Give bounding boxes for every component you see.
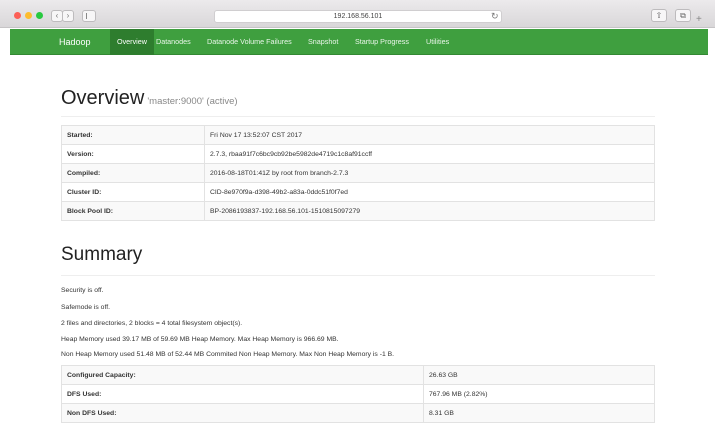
browser-toolbar: ‹ › 192.168.56.101 ↻ ⇧ ⧉ + <box>0 0 715 28</box>
minimize-window-button[interactable] <box>25 12 32 19</box>
overview-table: Started: Fri Nov 17 13:52:07 CST 2017 Ver… <box>61 125 655 221</box>
page-title: Overview'master:9000' (active) <box>61 87 238 110</box>
row-key: Cluster ID: <box>61 182 205 202</box>
table-row: Configured Capacity: 26.63 GB <box>61 365 655 385</box>
row-value: 2.7.3, rbaa91f7c6bc9cb92be5982de4719c1c8… <box>204 144 655 164</box>
forward-button[interactable]: › <box>62 10 74 22</box>
row-key: Compiled: <box>61 163 205 183</box>
table-row: DFS Used: 767.96 MB (2.82%) <box>61 384 655 404</box>
address-bar[interactable]: 192.168.56.101 <box>214 10 502 23</box>
row-value: 767.96 MB (2.82%) <box>423 384 655 404</box>
namenode-address: 'master:9000' (active) <box>147 96 238 107</box>
nav-startup-progress[interactable]: Startup Progress <box>348 29 416 55</box>
new-tab-icon[interactable]: + <box>696 14 702 25</box>
table-row: Block Pool ID: BP-2086193837-192.168.56.1… <box>61 201 655 221</box>
row-key: Started: <box>61 125 205 145</box>
nav-datanodes[interactable]: Datanodes <box>149 29 198 55</box>
nav-datanode-volume-failures[interactable]: Datanode Volume Failures <box>200 29 299 55</box>
row-value: BP-2086193837-192.168.56.101-15108150972… <box>204 201 655 221</box>
overview-heading: Overview <box>61 87 145 109</box>
row-key: Block Pool ID: <box>61 201 205 221</box>
row-value: 26.63 GB <box>423 365 655 385</box>
capacity-table: Configured Capacity: 26.63 GB DFS Used: 76… <box>61 365 655 423</box>
table-row: Started: Fri Nov 17 13:52:07 CST 2017 <box>61 125 655 145</box>
share-icon[interactable]: ⇧ <box>651 9 667 22</box>
reload-icon[interactable]: ↻ <box>491 10 499 22</box>
row-key: Configured Capacity: <box>61 365 424 385</box>
summary-heading: Summary <box>61 244 143 265</box>
heap-memory: Heap Memory used 39.17 MB of 59.69 MB He… <box>61 336 339 343</box>
show-tabs-icon[interactable]: ⧉ <box>675 9 691 22</box>
divider <box>61 116 655 117</box>
table-row: Compiled: 2016-08-18T01:41Z by root from … <box>61 163 655 183</box>
row-key: Version: <box>61 144 205 164</box>
row-value: 8.31 GB <box>423 403 655 423</box>
close-window-button[interactable] <box>14 12 21 19</box>
table-row: Non DFS Used: 8.31 GB <box>61 403 655 423</box>
row-key: Non DFS Used: <box>61 403 424 423</box>
safemode-status: Safemode is off. <box>61 304 110 311</box>
row-key: DFS Used: <box>61 384 424 404</box>
sidebar-toggle-icon[interactable] <box>82 10 96 22</box>
nav-utilities[interactable]: Utilities <box>419 29 456 55</box>
row-value: 2016-08-18T01:41Z by root from branch-2.… <box>204 163 655 183</box>
zoom-window-button[interactable] <box>36 12 43 19</box>
non-heap-memory: Non Heap Memory used 51.48 MB of 52.44 M… <box>61 351 395 358</box>
nav-overview[interactable]: Overview <box>110 29 154 55</box>
hadoop-navbar: Hadoop Overview Datanodes Datanode Volum… <box>10 29 708 55</box>
row-value: Fri Nov 17 13:52:07 CST 2017 <box>204 125 655 145</box>
nav-snapshot[interactable]: Snapshot <box>301 29 345 55</box>
divider <box>61 275 655 276</box>
row-value: CID-8e970f9a-d398-49b2-a83a-0ddc51f0f7ed <box>204 182 655 202</box>
brand-logo[interactable]: Hadoop <box>59 29 91 55</box>
table-row: Version: 2.7.3, rbaa91f7c6bc9cb92be5982de… <box>61 144 655 164</box>
security-status: Security is off. <box>61 287 104 294</box>
filesystem-objects: 2 files and directories, 2 blocks = 4 to… <box>61 320 243 327</box>
table-row: Cluster ID: CID-8e970f9a-d398-49b2-a83a-0… <box>61 182 655 202</box>
